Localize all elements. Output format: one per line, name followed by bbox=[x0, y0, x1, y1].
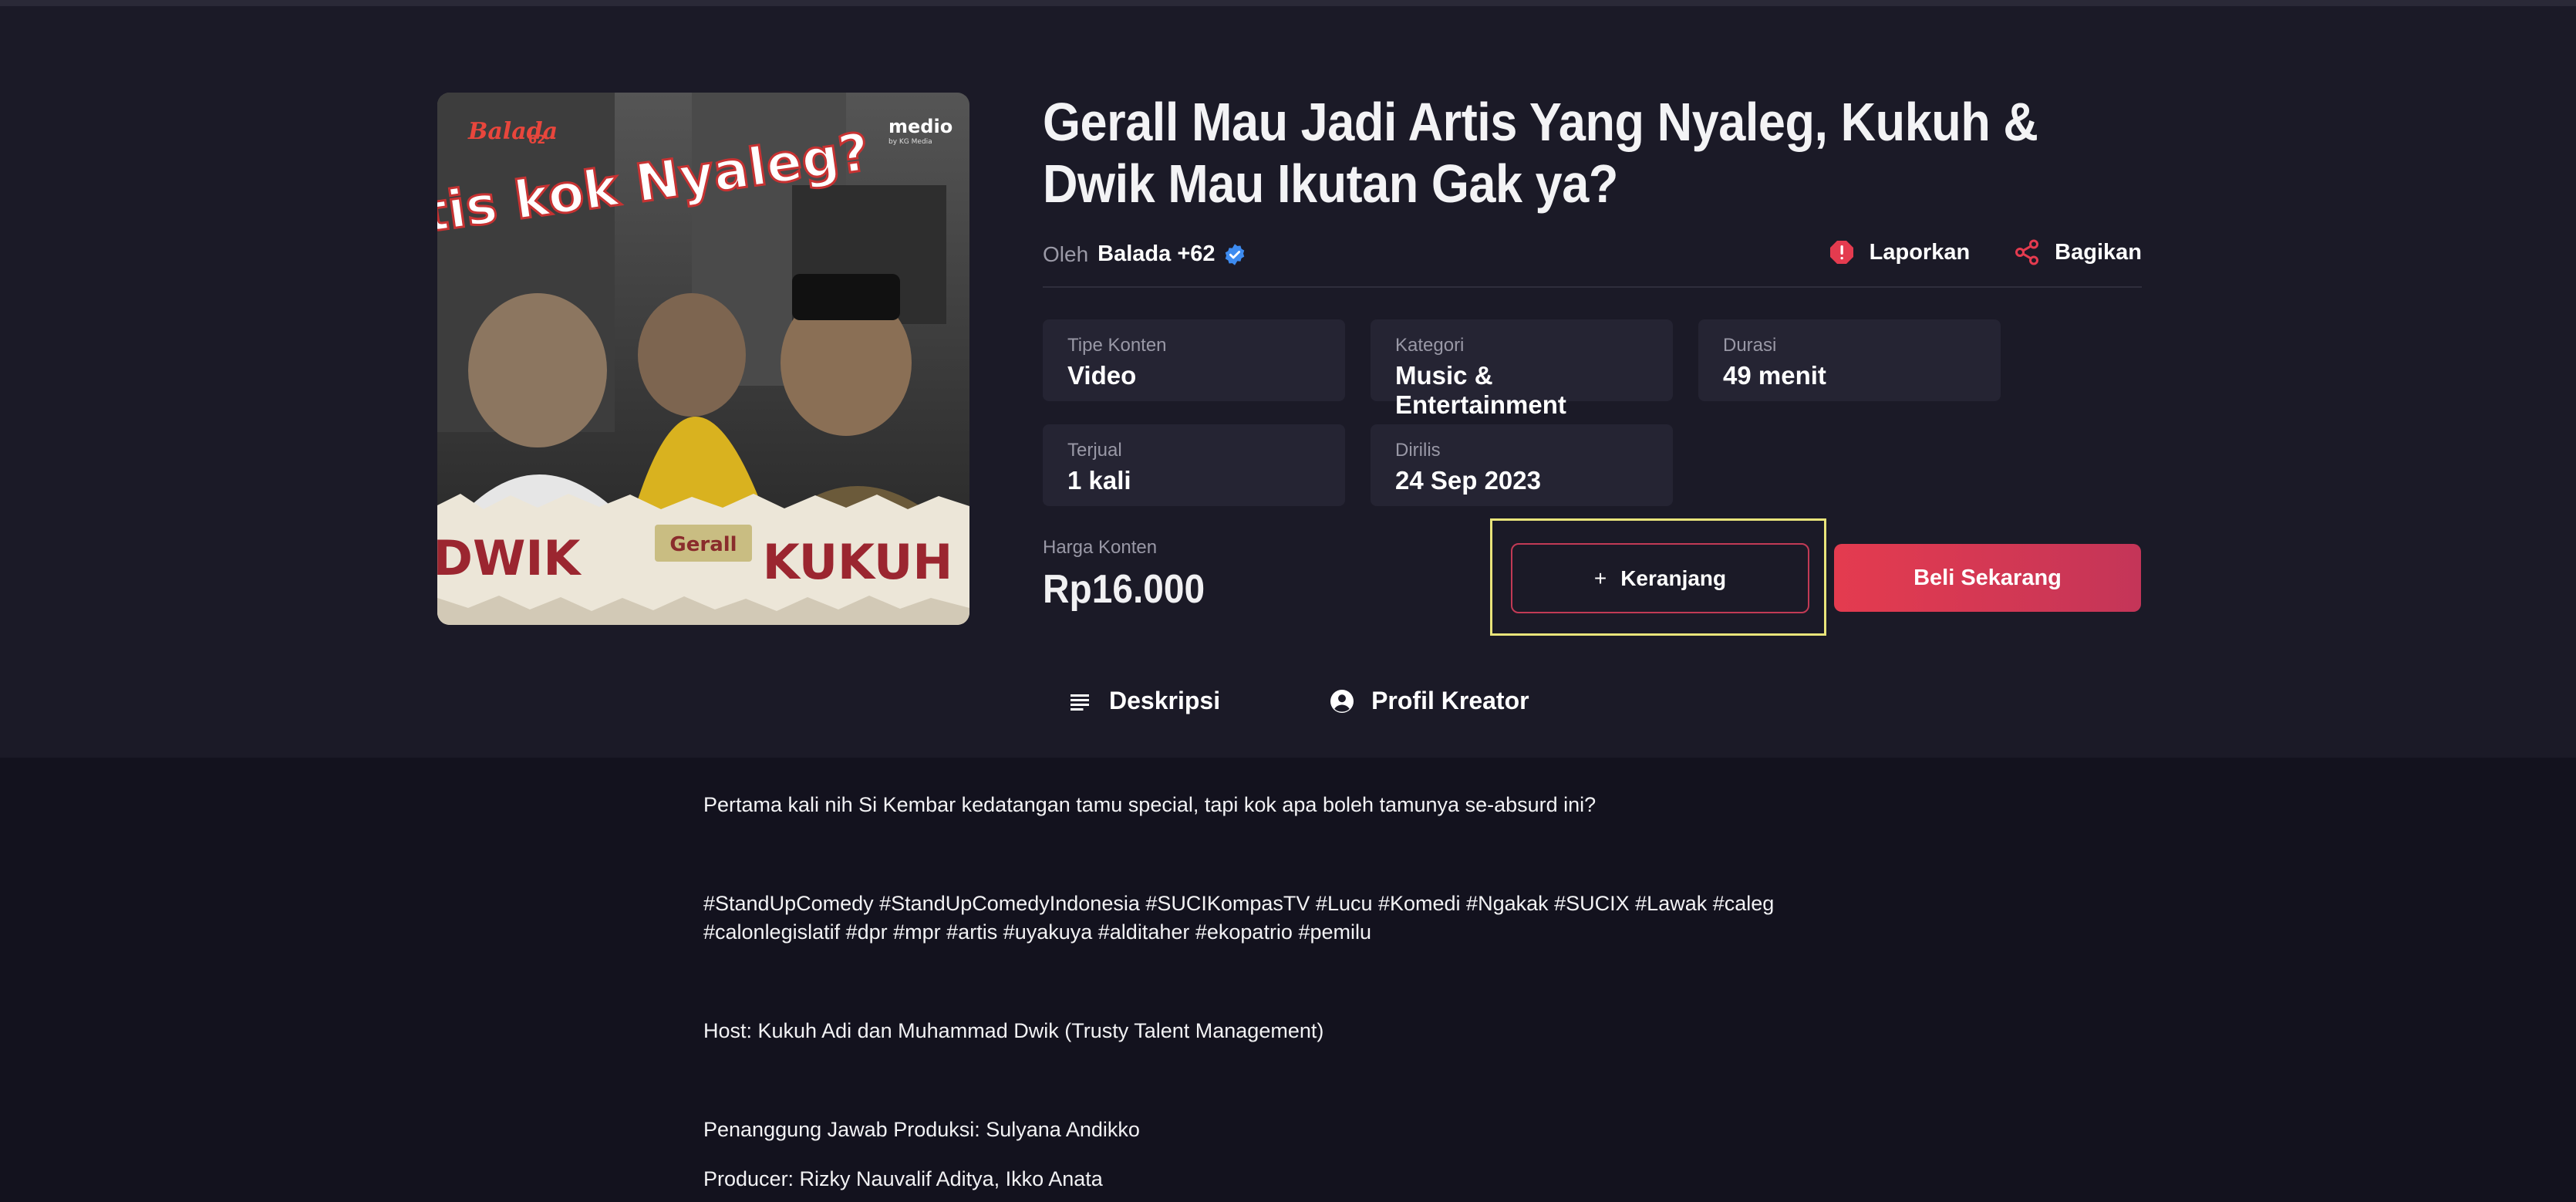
description-paragraph: #calonlegislatif #dpr #mpr #artis #uyaku… bbox=[703, 920, 1372, 944]
svg-text:KUKUH: KUKUH bbox=[763, 534, 953, 590]
content-info: Gerall Mau Jadi Artis Yang Nyaleg, Kukuh… bbox=[1043, 91, 2142, 612]
verified-badge-icon bbox=[1225, 243, 1244, 265]
content-cover-image: Artis kok Nyaleg? Balada 62 medio by KG … bbox=[437, 93, 969, 625]
detail-label: Kategori bbox=[1395, 335, 1465, 356]
byline: Oleh Balada +62 bbox=[1043, 241, 1246, 267]
description-paragraph: Producer: Rizky Nauvalif Aditya, Ikko An… bbox=[703, 1167, 1103, 1190]
detail-card-duration: Durasi 49 menit bbox=[1698, 319, 2001, 401]
tab-description[interactable]: Deskripsi bbox=[1066, 687, 1220, 715]
tab-label: Profil Kreator bbox=[1371, 687, 1529, 714]
detail-label: Tipe Konten bbox=[1067, 335, 1167, 356]
add-to-cart-button[interactable]: + Keranjang bbox=[1511, 543, 1809, 613]
detail-value: Video bbox=[1067, 361, 1137, 390]
byline-row: Oleh Balada +62 Laporkan Bagikan bbox=[1043, 234, 2142, 288]
detail-value: 1 kali bbox=[1067, 466, 1131, 495]
plus-icon: + bbox=[1593, 566, 1607, 590]
detail-label: Dirilis bbox=[1395, 440, 1441, 461]
account-circle-icon bbox=[1330, 689, 1354, 713]
author-link[interactable]: Balada +62 bbox=[1097, 241, 1215, 267]
detail-value: 24 Sep 2023 bbox=[1395, 466, 1541, 495]
cart-label: Keranjang bbox=[1620, 566, 1727, 590]
content-actions: Laporkan Bagikan bbox=[1828, 238, 2142, 266]
list-icon bbox=[1071, 694, 1089, 711]
detail-card-sold: Terjual 1 kali bbox=[1043, 424, 1345, 506]
alert-icon bbox=[1829, 241, 1853, 264]
price-block: Harga Konten Rp16.000 bbox=[1043, 537, 1219, 613]
detail-card-released: Dirilis 24 Sep 2023 bbox=[1371, 424, 1673, 506]
report-button[interactable]: Laporkan bbox=[1828, 238, 1971, 266]
by-label: Oleh bbox=[1043, 241, 1089, 266]
detail-card-type: Tipe Konten Video bbox=[1043, 319, 1345, 401]
detail-value: 49 menit bbox=[1723, 361, 1826, 390]
detail-card-category: Kategori Music & Entertainment bbox=[1371, 319, 1673, 419]
detail-value: Music & Entertainment bbox=[1395, 361, 1566, 419]
share-label: Bagikan bbox=[2055, 239, 2142, 265]
tab-creator-profile[interactable]: Profil Kreator bbox=[1328, 687, 1529, 715]
content-tabs: Deskripsi Profil Kreator bbox=[1066, 687, 1529, 715]
svg-text:medio: medio bbox=[888, 116, 953, 137]
buy-label: Beli Sekarang bbox=[1913, 565, 2062, 590]
description-paragraph: Pertama kali nih Si Kembar kedatangan ta… bbox=[703, 793, 1597, 816]
svg-text:62: 62 bbox=[528, 132, 545, 147]
description-section bbox=[0, 758, 2576, 1202]
price-value: Rp16.000 bbox=[1043, 567, 1205, 612]
report-label: Laporkan bbox=[1869, 239, 1971, 265]
content-title: Gerall Mau Jadi Artis Yang Nyaleg, Kukuh… bbox=[1043, 92, 2038, 214]
detail-label: Durasi bbox=[1723, 335, 1777, 356]
share-button[interactable]: Bagikan bbox=[2013, 238, 2142, 266]
price-label: Harga Konten bbox=[1043, 537, 1158, 558]
buy-now-button[interactable]: Beli Sekarang bbox=[1834, 544, 2141, 612]
svg-text:DWIK: DWIK bbox=[437, 530, 582, 586]
tab-label: Deskripsi bbox=[1109, 687, 1221, 714]
svg-text:Gerall: Gerall bbox=[669, 533, 737, 556]
top-border bbox=[0, 0, 2576, 6]
detail-label: Terjual bbox=[1067, 440, 1122, 461]
description-paragraph: #StandUpComedy #StandUpComedyIndonesia #… bbox=[703, 892, 1775, 915]
share-icon bbox=[2015, 239, 2039, 265]
description-paragraph: Penanggung Jawab Produksi: Sulyana Andik… bbox=[703, 1118, 1140, 1141]
svg-text:by KG Media: by KG Media bbox=[888, 138, 932, 146]
description-paragraph: Host: Kukuh Adi dan Muhammad Dwik (Trust… bbox=[703, 1019, 1324, 1042]
